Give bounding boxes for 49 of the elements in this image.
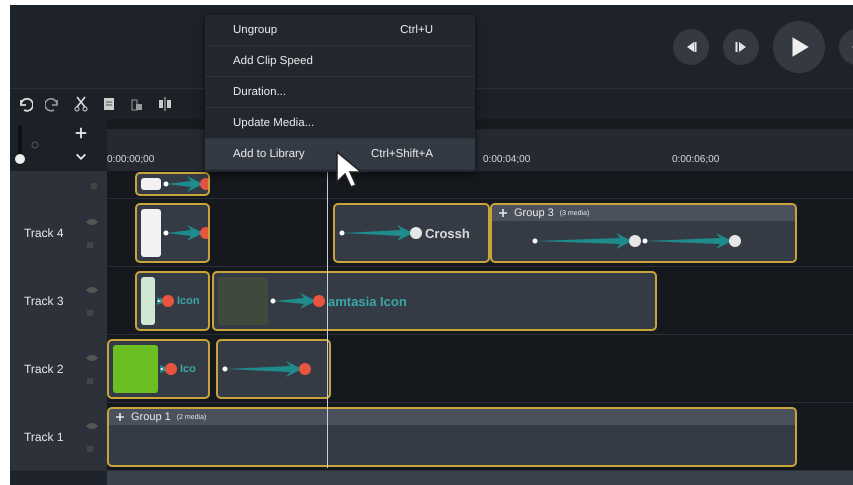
thumbnail <box>141 178 161 190</box>
clip-label: Icon <box>177 295 200 307</box>
group-title: Group 1 <box>131 411 171 423</box>
media-clip[interactable]: Ico <box>107 339 210 399</box>
scroll-bar[interactable] <box>107 471 853 485</box>
track-name: Track 3 <box>24 294 64 308</box>
track-header[interactable]: Track 3 <box>10 267 107 334</box>
plus-icon <box>74 126 88 140</box>
track-name: Track 1 <box>24 430 64 444</box>
eye-icon <box>85 352 99 362</box>
plus-icon <box>498 208 508 218</box>
menu-item[interactable]: Duration... <box>205 77 475 108</box>
media-clip[interactable] <box>216 339 331 399</box>
media-clip[interactable]: Crossh <box>333 203 490 263</box>
eye-icon <box>85 216 99 226</box>
motion-path-drawing <box>270 291 326 311</box>
time-label: 0:00:06;00 <box>672 154 720 165</box>
split-icon <box>157 96 173 112</box>
motion-path-drawing <box>163 223 208 243</box>
track-name: Track 2 <box>24 362 64 376</box>
track-header[interactable]: Track 4 <box>10 199 107 266</box>
menu-item[interactable]: Add to Library Ctrl+Shift+A <box>205 139 475 170</box>
track-header[interactable]: Track 2 <box>10 335 107 402</box>
step-back-button[interactable] <box>673 28 709 64</box>
track-name: Track 4 <box>24 226 64 240</box>
clip-label: Ico <box>180 363 196 375</box>
media-clip[interactable]: amtasia Icon <box>212 271 657 331</box>
clip-label: Crossh <box>425 226 470 240</box>
clip-label: amtasia Icon <box>328 294 407 308</box>
scissors-icon <box>73 96 89 112</box>
media-clip[interactable] <box>135 203 210 263</box>
track-header[interactable]: Track 1 <box>10 403 107 470</box>
thumbnail <box>141 209 161 257</box>
plus-icon <box>115 412 125 422</box>
copy-icon <box>101 96 117 112</box>
eye-icon <box>85 420 99 430</box>
menu-item[interactable]: Add Clip Speed <box>205 46 475 77</box>
media-clip[interactable] <box>135 172 210 196</box>
media-clip[interactable]: Icon <box>135 271 210 331</box>
eye-icon <box>85 284 99 294</box>
time-label: 0:00:04;00 <box>483 154 530 165</box>
menu-item[interactable]: Ungroup Ctrl+U <box>205 15 475 46</box>
motion-path-drawing <box>163 174 208 194</box>
step-forward-button[interactable] <box>723 28 759 64</box>
group-title: Group 3 <box>514 207 554 219</box>
play-button[interactable] <box>773 20 825 72</box>
time-label: 0:00:00;00 <box>107 154 154 165</box>
redo-icon <box>45 96 61 112</box>
undo-icon <box>17 96 33 112</box>
